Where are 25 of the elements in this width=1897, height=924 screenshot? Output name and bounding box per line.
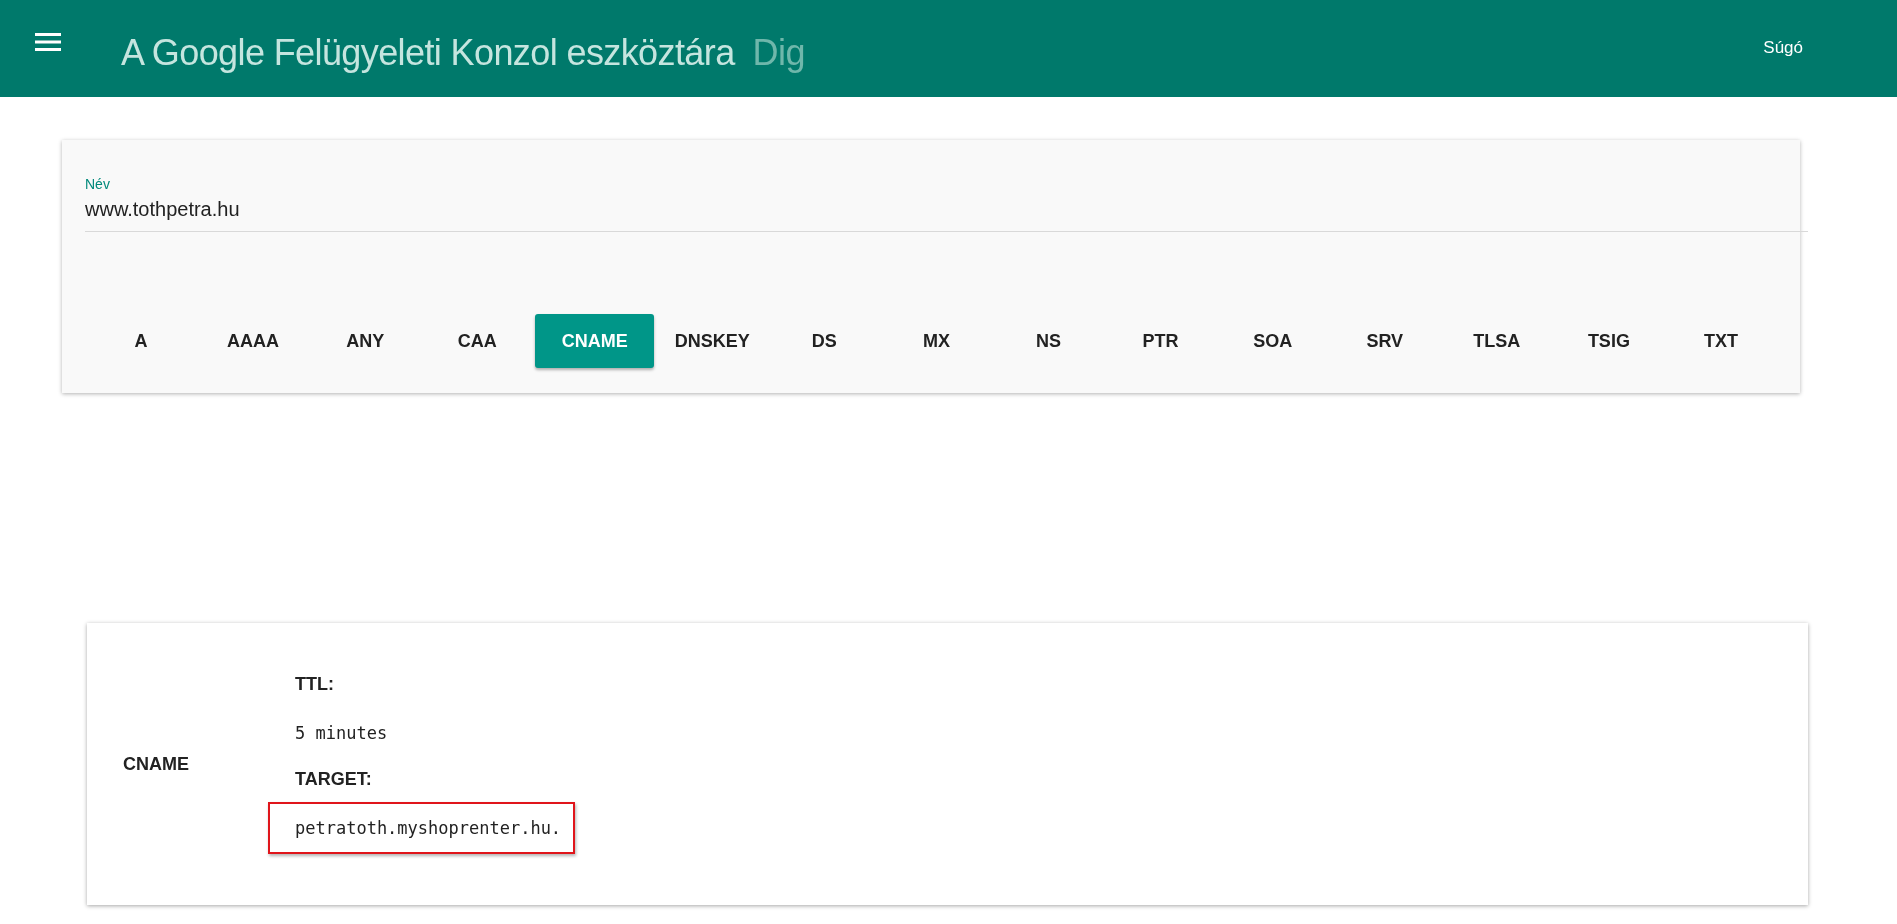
- record-type-tab[interactable]: SRV: [1330, 314, 1439, 368]
- record-type-tab[interactable]: NS: [994, 314, 1103, 368]
- highlighted-value: petratoth.myshoprenter.hu.: [268, 802, 576, 854]
- app-title: A Google Felügyeleti Konzol eszköztára: [121, 31, 735, 74]
- record-type-tab[interactable]: AAAA: [198, 314, 308, 368]
- field-label: TTL:: [295, 674, 335, 695]
- record-type-tab[interactable]: PTR: [1106, 314, 1215, 368]
- record-type-tab[interactable]: DNSKEY: [658, 314, 767, 368]
- record-type-tab[interactable]: SOA: [1218, 314, 1327, 368]
- record-type-tab[interactable]: CNAME: [535, 314, 655, 368]
- tool-name: Dig: [752, 31, 806, 74]
- field-label: Név: [85, 176, 111, 192]
- record-type-tab[interactable]: DS: [770, 314, 879, 368]
- record-type-tab[interactable]: CAA: [423, 314, 532, 368]
- record-type-tab[interactable]: MX: [882, 314, 991, 368]
- name-field[interactable]: www.tothpetra.hu: [85, 198, 1808, 232]
- record-type-label: CNAME: [123, 753, 190, 775]
- record-type-tab[interactable]: TSIG: [1554, 314, 1664, 368]
- field-label: TARGET:: [295, 769, 373, 790]
- record-type-tab[interactable]: TLSA: [1442, 314, 1552, 368]
- record-type-tab[interactable]: TXT: [1666, 314, 1776, 368]
- record-type-tab[interactable]: ANY: [310, 314, 420, 368]
- help-link[interactable]: Súgó: [1763, 31, 1803, 64]
- record-type-tab[interactable]: A: [86, 314, 196, 368]
- field-value: 5 minutes: [295, 723, 388, 743]
